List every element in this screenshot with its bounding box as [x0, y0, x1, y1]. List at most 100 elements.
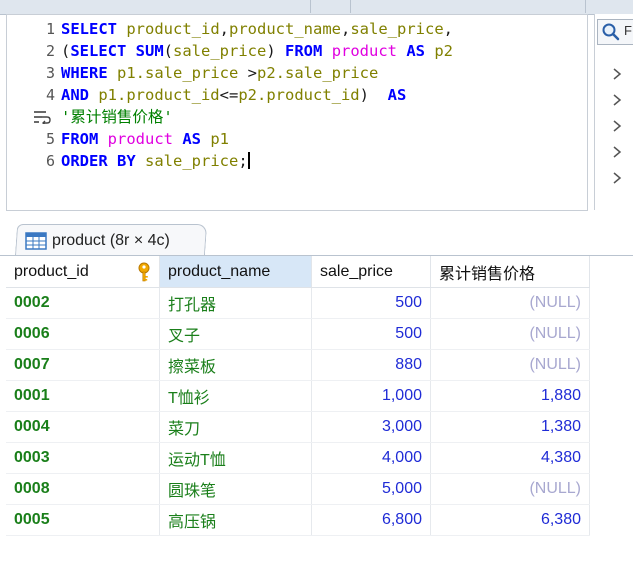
cell-product-id[interactable]: 0007 — [6, 349, 160, 381]
cell-product-id[interactable]: 0008 — [6, 473, 160, 505]
code-token: product_id — [126, 20, 220, 38]
filter-label: F — [624, 23, 632, 38]
cell-product-id[interactable]: 0004 — [6, 411, 160, 443]
code-token: product — [107, 130, 173, 148]
chevron-right-icon[interactable] — [611, 94, 623, 106]
chevron-right-icon[interactable] — [611, 68, 623, 80]
cell-product-name[interactable]: 菜刀 — [159, 411, 312, 443]
table-row[interactable]: 0003 运动T恤 4,000 4,380 — [6, 442, 590, 474]
chevron-right-icon[interactable] — [611, 120, 623, 132]
column-header-product-name[interactable]: product_name — [159, 256, 312, 288]
cell-product-name[interactable]: 叉子 — [159, 318, 312, 350]
code-token: p1 — [210, 130, 229, 148]
code-line[interactable]: WHERE p1.sale_price >p2.sale_price — [61, 62, 378, 84]
code-line[interactable]: '累计销售价格' — [61, 106, 173, 128]
code-token: AS — [397, 42, 435, 60]
cell-product-id[interactable]: 0003 — [6, 442, 160, 474]
code-line[interactable]: ORDER BY sale_price; — [61, 150, 250, 172]
table-row[interactable]: 0002 打孔器 500 (NULL) — [6, 287, 590, 319]
cell-product-name[interactable]: T恤衫 — [159, 380, 312, 412]
code-line[interactable]: (SELECT SUM(sale_price) FROM product AS … — [61, 40, 453, 62]
table-row[interactable]: 0007 擦菜板 880 (NULL) — [6, 349, 590, 381]
column-header-label: product_id — [14, 262, 89, 280]
code-token: p2.sale_price — [257, 64, 379, 82]
word-wrap-icon — [34, 111, 51, 124]
chevron-right-icon[interactable] — [611, 146, 623, 158]
code-line[interactable]: AND p1.product_id<=p2.product_id) AS — [61, 84, 406, 106]
table-row[interactable]: 0005 高压锅 6,800 6,380 — [6, 504, 590, 536]
cell-sale-price[interactable]: 3,000 — [311, 411, 431, 443]
chevron-right-icon[interactable] — [611, 172, 623, 184]
cell-product-id[interactable]: 0002 — [6, 287, 160, 319]
filter-box[interactable]: F — [597, 19, 633, 45]
cell-product-id[interactable]: 0001 — [6, 380, 160, 412]
cell-product-name[interactable]: 运动T恤 — [159, 442, 312, 474]
code-token: SELECT — [61, 20, 127, 38]
column-header-sale-price[interactable]: sale_price — [311, 256, 431, 288]
line-number: 2 — [45, 42, 55, 60]
column-header-product-id[interactable]: product_id — [6, 256, 160, 288]
cell-cumulative-price[interactable]: 1,380 — [430, 411, 590, 443]
code-token: FROM — [61, 130, 108, 148]
result-table: product_id product_name sale_price 累计销售价… — [6, 256, 590, 536]
table-row[interactable]: 0004 菜刀 3,000 1,380 — [6, 411, 590, 443]
code-token: sale_price — [173, 42, 267, 60]
cell-sale-price[interactable]: 880 — [311, 349, 431, 381]
line-number: 4 — [45, 86, 55, 104]
code-token: SELECT SUM — [70, 42, 164, 60]
cell-cumulative-price[interactable]: (NULL) — [430, 349, 590, 381]
code-token: AS — [387, 86, 407, 104]
cell-sale-price[interactable]: 6,800 — [311, 504, 431, 536]
table-row[interactable]: 0001 T恤衫 1,000 1,880 — [6, 380, 590, 412]
table-row[interactable]: 0006 叉子 500 (NULL) — [6, 318, 590, 350]
code-token: '累计销售价格' — [61, 108, 173, 126]
cell-product-id[interactable]: 0006 — [6, 318, 160, 350]
result-grid[interactable]: product_id product_name sale_price 累计销售价… — [6, 256, 633, 569]
top-tab-2[interactable] — [310, 0, 351, 13]
code-token: sale_price — [350, 20, 444, 38]
code-token: ( — [163, 42, 174, 60]
cell-sale-price[interactable]: 4,000 — [311, 442, 431, 474]
column-header-label: 累计销售价格 — [439, 265, 536, 283]
table-grid-icon — [25, 232, 47, 250]
cell-cumulative-price[interactable]: 6,380 — [430, 504, 590, 536]
cell-cumulative-price[interactable]: 1,880 — [430, 380, 590, 412]
code-token: p2.product_id — [238, 86, 360, 104]
cell-product-name[interactable]: 打孔器 — [159, 287, 312, 319]
primary-key-icon — [138, 262, 150, 282]
code-token: product_name — [229, 20, 341, 38]
table-row[interactable]: 0008 圆珠笔 5,000 (NULL) — [6, 473, 590, 505]
cell-product-name[interactable]: 擦菜板 — [159, 349, 312, 381]
code-token: > — [238, 64, 257, 82]
code-line[interactable]: FROM product AS p1 — [61, 128, 229, 150]
result-tab-content[interactable]: product (8r × 4c) — [25, 228, 170, 254]
code-line[interactable]: SELECT product_id,product_name,sale_pric… — [61, 18, 453, 40]
cell-product-id[interactable]: 0005 — [6, 504, 160, 536]
code-token: p2 — [434, 42, 454, 60]
code-token: , — [340, 20, 351, 38]
cell-cumulative-price[interactable]: (NULL) — [430, 318, 590, 350]
line-number: 3 — [45, 64, 55, 82]
top-tab-3[interactable] — [350, 0, 586, 13]
cell-sale-price[interactable]: 5,000 — [311, 473, 431, 505]
top-tab-1[interactable] — [0, 0, 311, 13]
code-token: WHERE — [61, 64, 117, 82]
cell-sale-price[interactable]: 500 — [311, 287, 431, 319]
code-token: product — [331, 42, 398, 60]
cell-sale-price[interactable]: 1,000 — [311, 380, 431, 412]
column-header-cumulative-price[interactable]: 累计销售价格 — [430, 256, 590, 288]
code-token: ( — [61, 42, 71, 60]
line-number: 1 — [45, 20, 55, 38]
cell-product-name[interactable]: 高压锅 — [159, 504, 312, 536]
result-tab-label: product (8r × 4c) — [52, 232, 170, 249]
cell-product-name[interactable]: 圆珠笔 — [159, 473, 312, 505]
column-header-label: product_name — [168, 262, 271, 280]
code-token: p1.sale_price — [117, 64, 239, 82]
line-number: 5 — [45, 130, 55, 148]
cell-cumulative-price[interactable]: (NULL) — [430, 473, 590, 505]
cell-cumulative-price[interactable]: (NULL) — [430, 287, 590, 319]
cell-sale-price[interactable]: 500 — [311, 318, 431, 350]
sql-editor[interactable]: 123456 SELECT product_id,product_name,sa… — [6, 14, 588, 211]
cell-cumulative-price[interactable]: 4,380 — [430, 442, 590, 474]
code-token: , — [219, 20, 229, 38]
